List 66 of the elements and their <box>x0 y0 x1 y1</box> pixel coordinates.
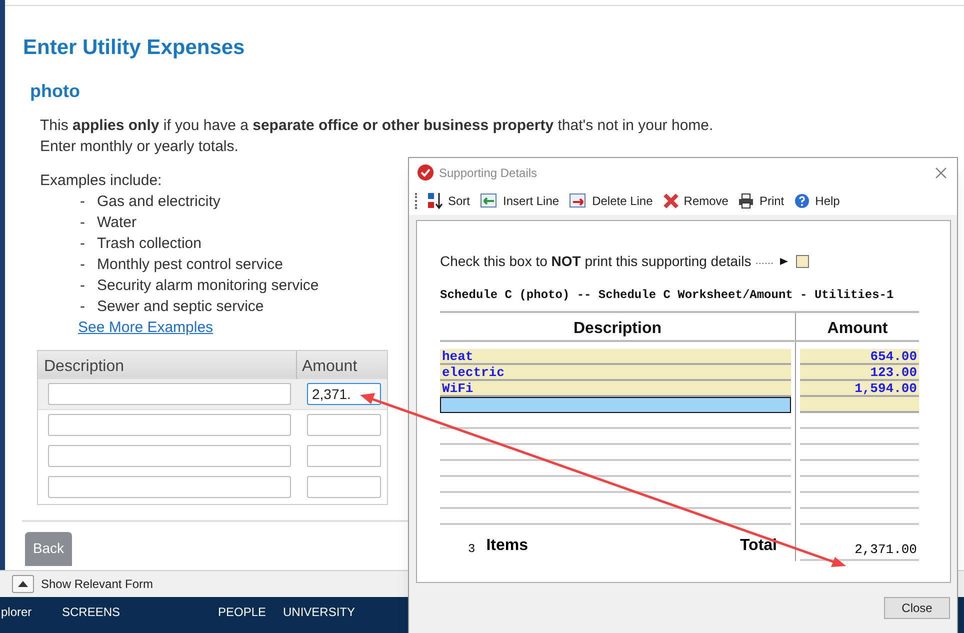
bullet: - <box>80 276 86 296</box>
pointer-icon <box>780 258 788 265</box>
bullet: - <box>80 234 86 254</box>
taskbar-label[interactable]: SCREENS <box>62 603 120 621</box>
close-icon[interactable] <box>935 166 947 178</box>
example-item: Water <box>97 212 136 232</box>
description-row[interactable] <box>440 397 791 413</box>
help-icon <box>794 193 810 209</box>
bullet: - <box>80 192 86 212</box>
sort-icon <box>427 192 443 210</box>
amount-field[interactable] <box>307 476 381 498</box>
example-item: Monthly pest control service <box>97 254 283 274</box>
x-icon <box>662 193 679 209</box>
amount-cell: 654.00 <box>800 349 919 365</box>
page-title: Enter Utility Expenses <box>23 35 246 61</box>
example-item: Trash collection <box>97 234 202 254</box>
amount-cell: 1,594.00 <box>800 381 919 397</box>
amount-cell: 123.00 <box>800 365 919 381</box>
taskbar-label[interactable]: UNIVERSITY <box>283 603 356 621</box>
item-count: 3 <box>468 541 476 558</box>
see-more-link[interactable]: See More Examples <box>78 318 214 336</box>
description-field[interactable] <box>48 382 291 404</box>
taskbar-label[interactable]: plorer <box>1 603 32 621</box>
toolbar-button[interactable]: Print <box>738 192 784 210</box>
intro-text: This applies only if you have a separate office or other business property that's not in your home. <box>40 116 714 136</box>
description-field[interactable] <box>48 476 291 498</box>
toolbar-button[interactable]: Remove <box>662 192 728 210</box>
intro-text: Enter monthly or yearly totals. <box>40 136 238 156</box>
amount-field[interactable] <box>307 414 381 436</box>
column-header: Amount <box>301 356 358 376</box>
total-label: Total <box>740 536 777 556</box>
examples-heading: Examples include: <box>40 170 162 190</box>
taskbar-label[interactable]: PEOPLE <box>218 603 266 621</box>
bullet: - <box>80 254 86 274</box>
amount-field[interactable]: 2,371. <box>307 382 381 404</box>
printer-icon <box>738 193 754 209</box>
description-field[interactable] <box>48 445 291 467</box>
description-row[interactable]: WiFi <box>440 381 791 397</box>
notice-text: Check this box to NOT print this supporting details <box>440 252 752 271</box>
amount-field[interactable] <box>307 445 381 467</box>
toolbar-button[interactable]: Help <box>794 192 840 210</box>
bullet: - <box>80 212 86 232</box>
description-row[interactable]: electric <box>440 365 791 381</box>
description-row[interactable]: heat <box>440 349 791 365</box>
close-button[interactable]: Close <box>884 597 950 619</box>
triangle-icon <box>18 581 28 587</box>
items-label: Items <box>486 536 528 556</box>
toolbar-button[interactable]: Sort <box>427 192 470 210</box>
toolbar-button[interactable]: Insert Line <box>480 192 560 210</box>
example-item: Gas and electricity <box>97 192 220 212</box>
bullet: - <box>80 296 86 316</box>
toolbar-button[interactable]: Delete Line <box>569 192 653 210</box>
checkmark-icon <box>417 164 434 181</box>
form-bar-label: Show Relevant Form <box>41 576 154 593</box>
no-print-checkbox[interactable] <box>796 255 809 268</box>
example-item: Security alarm monitoring service <box>97 276 319 296</box>
column-header: Amount <box>826 319 889 339</box>
dialog-title: Supporting Details <box>439 164 538 182</box>
table-row[interactable]: 2,371. <box>38 378 387 410</box>
schedule-heading: Schedule C (photo) -- Schedule C Worksheet/Amount - Utilities-1 <box>440 287 895 304</box>
column-header: Description <box>440 313 796 340</box>
description-field[interactable] <box>48 414 291 436</box>
example-item: Sewer and septic service <box>97 296 264 316</box>
expand-button[interactable] <box>12 575 34 593</box>
page-subtitle: photo <box>30 80 81 103</box>
dot-leader: ...... <box>755 254 774 270</box>
